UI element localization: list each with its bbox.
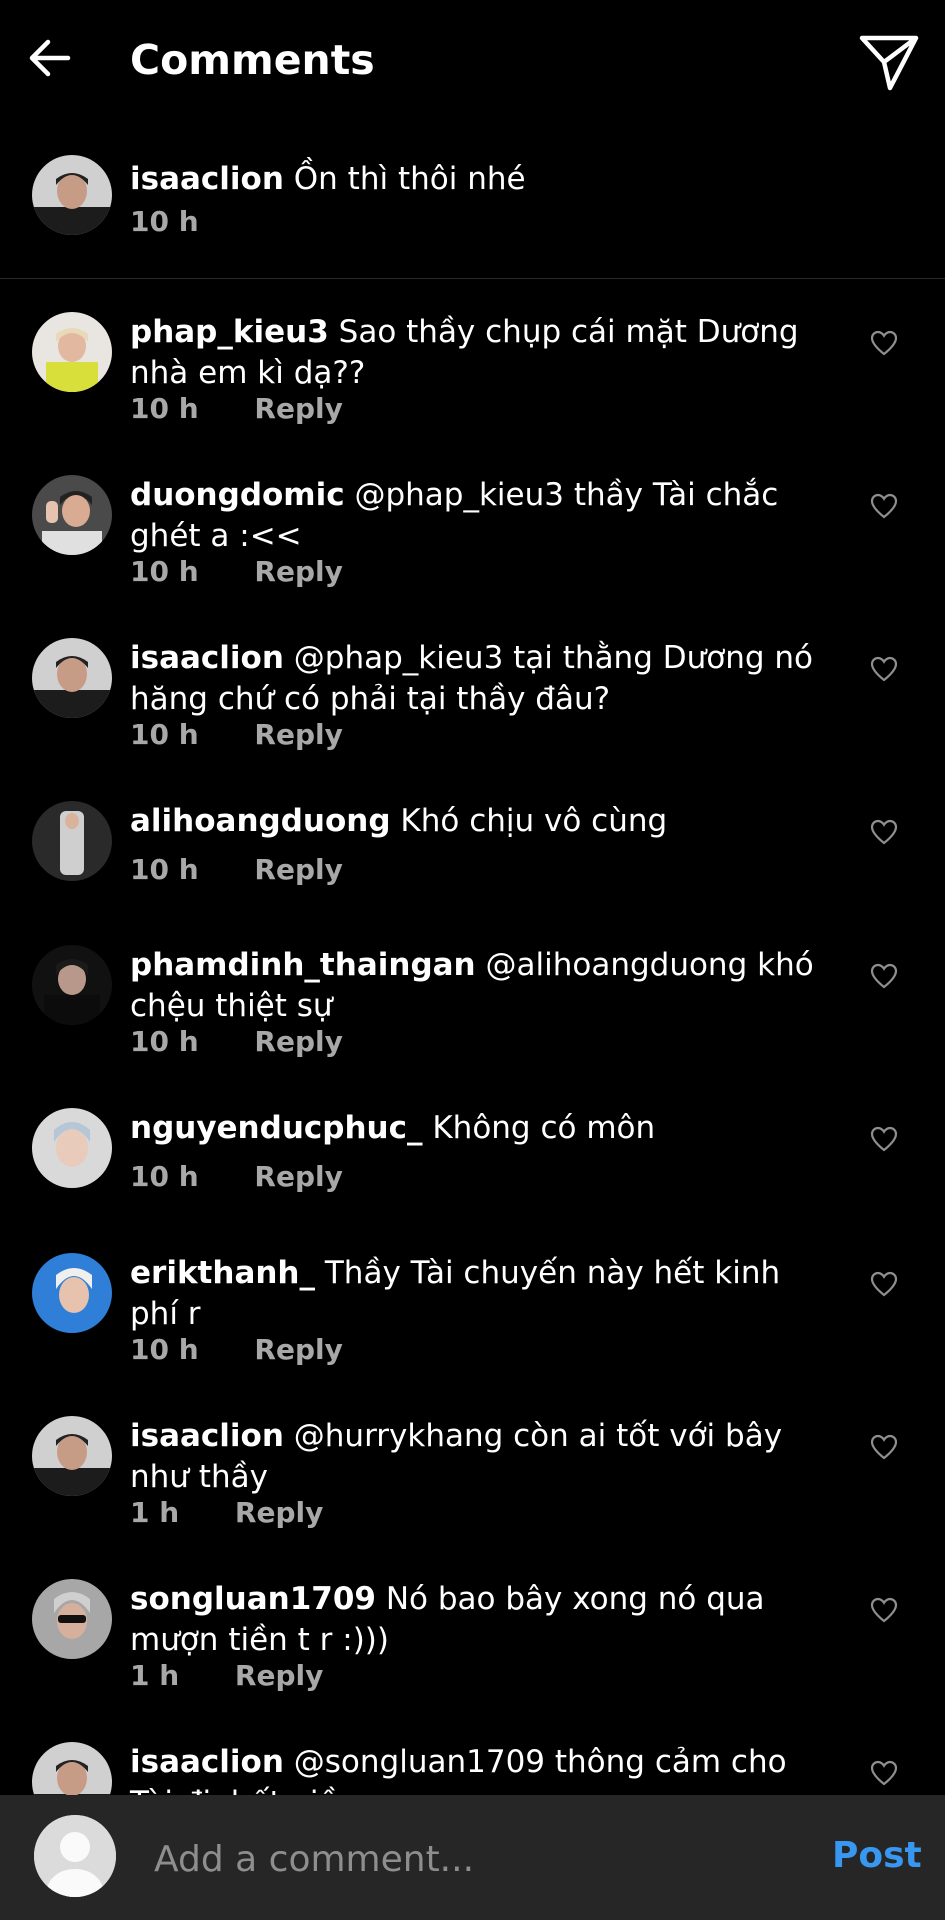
comment-text: nguyenducphuc_ Không có môn: [130, 1108, 830, 1149]
comment-text: phap_kieu3 Sao thầy chụp cái mặt Dương n…: [130, 312, 830, 394]
comment-time: 1 h: [130, 1496, 180, 1529]
share-button[interactable]: [858, 32, 920, 92]
comment-meta: 10 h Reply: [130, 1025, 343, 1058]
comment-meta: 1 h Reply: [130, 1659, 323, 1692]
like-button[interactable]: [870, 1126, 898, 1152]
comment-username[interactable]: isaaclion: [130, 640, 284, 676]
reply-button[interactable]: Reply: [254, 392, 342, 425]
comment-username[interactable]: songluan1709: [130, 1581, 376, 1617]
current-user-avatar: [34, 1815, 116, 1897]
heart-icon: [870, 963, 898, 989]
avatar[interactable]: [32, 1108, 112, 1188]
comment-body: Không có môn: [432, 1110, 656, 1146]
heart-icon: [870, 330, 898, 356]
comment-time: 10 h: [130, 853, 199, 886]
reply-button[interactable]: Reply: [254, 555, 342, 588]
caption-text: isaaclion Ồn thì thôi nhé: [130, 159, 830, 200]
comment-time: 10 h: [130, 1333, 199, 1366]
avatar[interactable]: [32, 945, 112, 1025]
comment-meta: 10 h Reply: [130, 853, 343, 886]
heart-icon: [870, 493, 898, 519]
heart-icon: [870, 1760, 898, 1786]
comment-username[interactable]: phamdinh_thaingan: [130, 947, 476, 983]
paper-plane-icon: [859, 35, 919, 91]
user-silhouette-icon: [34, 1815, 116, 1897]
comment-meta: 1 h Reply: [130, 1496, 323, 1529]
heart-icon: [870, 1434, 898, 1460]
like-button[interactable]: [870, 656, 898, 682]
post-caption: isaaclion Ồn thì thôi nhé 10 h: [0, 125, 945, 279]
comment-text: isaaclion @hurrykhang còn ai tốt với bây…: [130, 1416, 830, 1498]
reply-button[interactable]: Reply: [254, 853, 342, 886]
comment-username[interactable]: isaaclion: [130, 1418, 284, 1454]
back-button[interactable]: [26, 34, 74, 82]
comment-username[interactable]: phap_kieu3: [130, 314, 329, 350]
comment-time: 10 h: [130, 392, 199, 425]
heart-icon: [870, 656, 898, 682]
comment-meta: 10 h Reply: [130, 1333, 343, 1366]
like-button[interactable]: [870, 1434, 898, 1460]
avatar[interactable]: [32, 155, 112, 235]
avatar[interactable]: [32, 801, 112, 881]
reply-button[interactable]: Reply: [235, 1659, 323, 1692]
comment-meta: 10 h Reply: [130, 718, 343, 751]
comment-text: alihoangduong Khó chịu vô cùng: [130, 801, 830, 842]
comment-meta: 10 h Reply: [130, 1160, 343, 1193]
comment-input[interactable]: [152, 1833, 796, 1885]
reply-button[interactable]: Reply: [235, 1496, 323, 1529]
avatar[interactable]: [32, 1416, 112, 1496]
reply-button[interactable]: Reply: [254, 718, 342, 751]
avatar[interactable]: [32, 475, 112, 555]
reply-button[interactable]: Reply: [254, 1333, 342, 1366]
caption-body: Ồn thì thôi nhé: [293, 161, 526, 197]
comment-username[interactable]: nguyenducphuc_: [130, 1110, 422, 1146]
like-button[interactable]: [870, 330, 898, 356]
like-button[interactable]: [870, 1597, 898, 1623]
avatar[interactable]: [32, 1579, 112, 1659]
caption-meta: 10 h: [130, 205, 199, 238]
comment-username[interactable]: alihoangduong: [130, 803, 391, 839]
avatar[interactable]: [32, 1253, 112, 1333]
comment-text: erikthanh_ Thầy Tài chuyến này hết kinh …: [130, 1253, 830, 1335]
heart-icon: [870, 1271, 898, 1297]
caption-username[interactable]: isaaclion: [130, 161, 284, 197]
reply-button[interactable]: Reply: [254, 1025, 342, 1058]
comment-time: 1 h: [130, 1659, 180, 1692]
comment-username[interactable]: isaaclion: [130, 1744, 284, 1780]
comment-body: Khó chịu vô cùng: [400, 803, 668, 839]
like-button[interactable]: [870, 963, 898, 989]
comment-time: 10 h: [130, 1025, 199, 1058]
caption-time: 10 h: [130, 205, 199, 238]
header: Comments: [0, 0, 945, 125]
comment-meta: 10 h Reply: [130, 392, 343, 425]
comment-time: 10 h: [130, 718, 199, 751]
comment-username[interactable]: duongdomic: [130, 477, 345, 513]
comment-text: songluan1709 Nó bao bây xong nó qua mượn…: [130, 1579, 830, 1661]
comment-time: 10 h: [130, 555, 199, 588]
like-button[interactable]: [870, 493, 898, 519]
page-title: Comments: [130, 36, 375, 84]
avatar[interactable]: [32, 312, 112, 392]
heart-icon: [870, 1126, 898, 1152]
post-button[interactable]: Post: [832, 1835, 922, 1876]
reply-button[interactable]: Reply: [254, 1160, 342, 1193]
add-comment-bar: Post: [0, 1795, 945, 1920]
heart-icon: [870, 1597, 898, 1623]
comment-text: phamdinh_thaingan @alihoangduong khó chệ…: [130, 945, 830, 1027]
comment-text: isaaclion @phap_kieu3 tại thằng Dương nó…: [130, 638, 830, 720]
comment-text: duongdomic @phap_kieu3 thầy Tài chắc ghé…: [130, 475, 830, 557]
avatar[interactable]: [32, 638, 112, 718]
heart-icon: [870, 819, 898, 845]
comment-meta: 10 h Reply: [130, 555, 343, 588]
like-button[interactable]: [870, 819, 898, 845]
comment-time: 10 h: [130, 1160, 199, 1193]
comment-username[interactable]: erikthanh_: [130, 1255, 315, 1291]
back-arrow-icon: [29, 39, 71, 77]
like-button[interactable]: [870, 1271, 898, 1297]
like-button[interactable]: [870, 1760, 898, 1786]
